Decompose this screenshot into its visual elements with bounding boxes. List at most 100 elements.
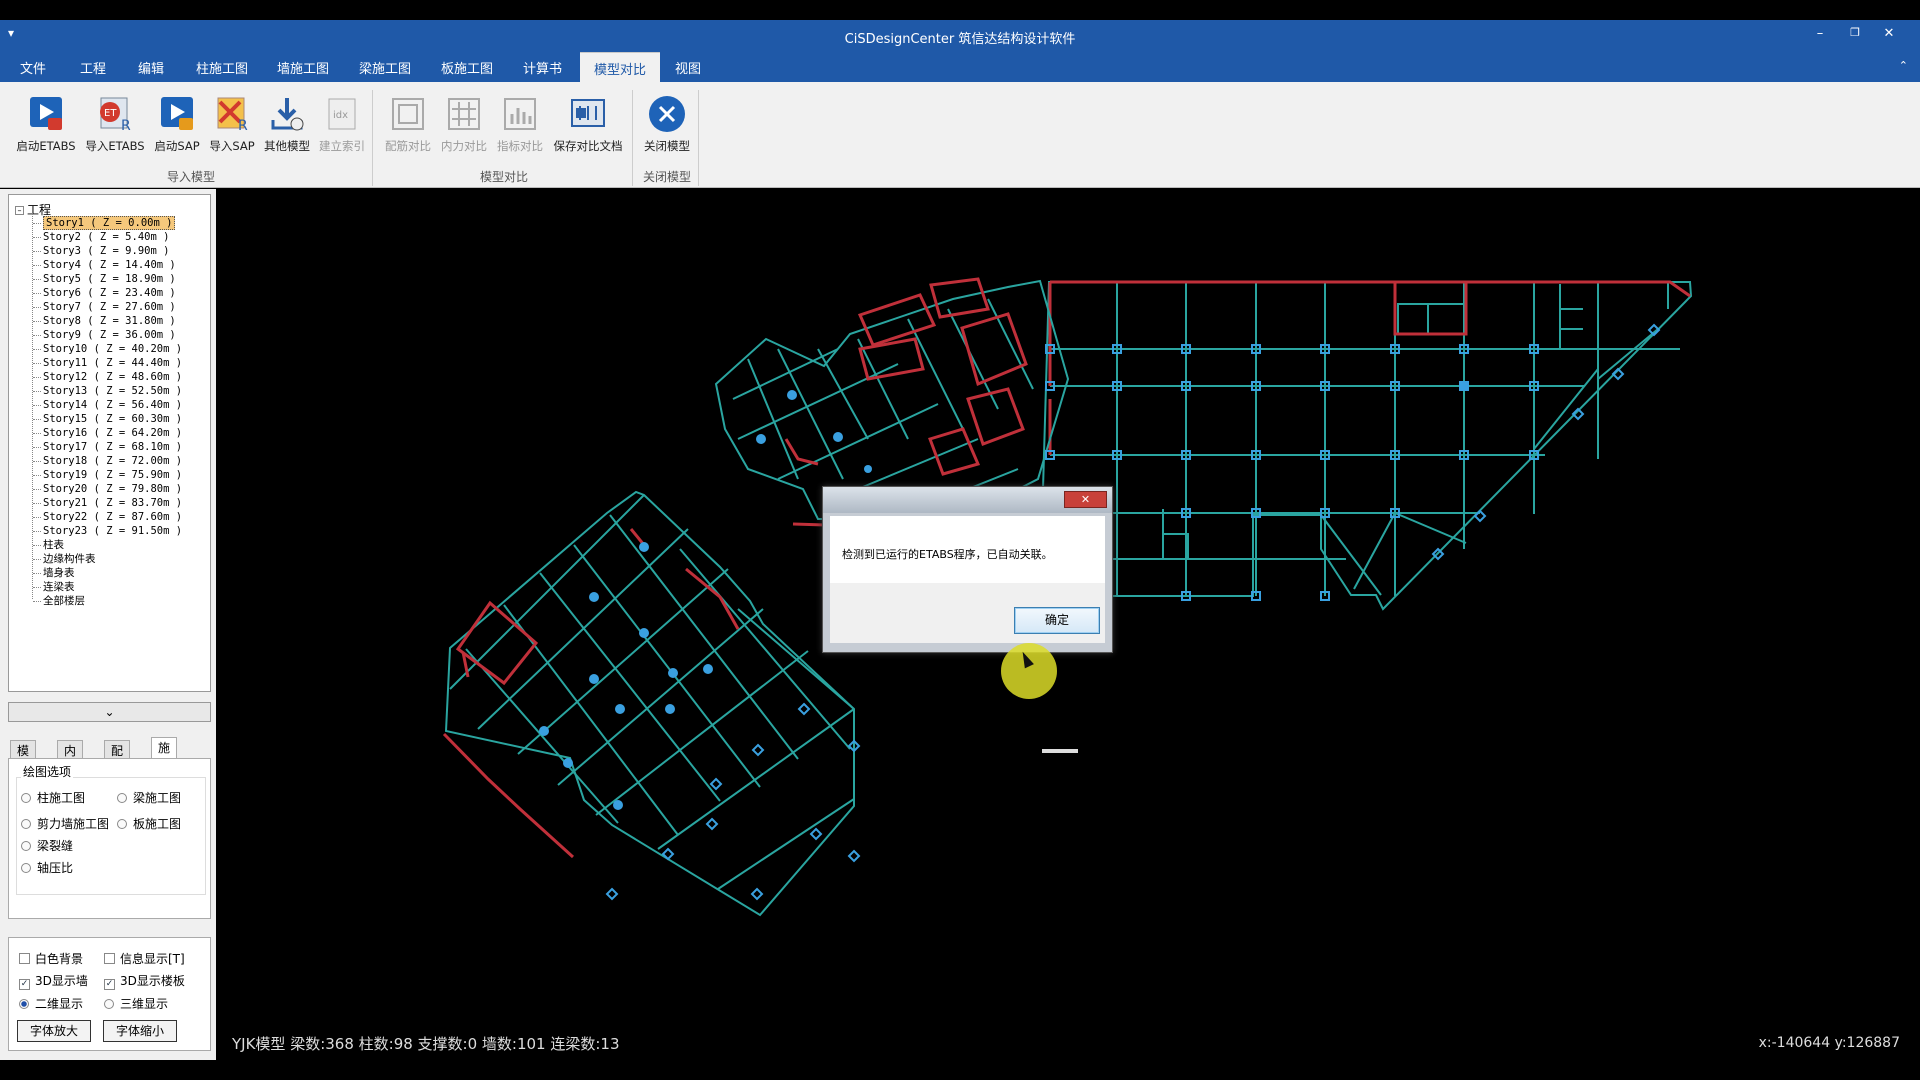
chevron-down-icon: ⌄ [104,705,115,719]
checkbox-white-background[interactable]: 白色背景 [19,950,83,967]
collapse-toggle-icon[interactable]: – [15,206,24,215]
menu-model-compare[interactable]: 模型对比 [580,52,661,82]
lower-left-building-beams [444,490,855,917]
import-other-icon [271,98,304,131]
svg-text:R: R [238,118,248,134]
restore-button[interactable]: ❐ [1843,26,1867,39]
menu-wall-drawing[interactable]: 墙施工图 [277,58,329,77]
menu-view[interactable]: 视图 [675,58,701,77]
index-compare-button[interactable]: 指标对比 [489,94,551,154]
panel-expander[interactable]: ⌄ [8,702,211,722]
checkbox-3d-wall[interactable]: ✓ 3D显示墙 [19,972,88,990]
tree-item-wall-table[interactable]: 墙身表 [32,566,182,580]
tree-item-story12[interactable]: Story12 ( Z = 48.60m ) [32,370,182,384]
dialog-ok-button[interactable]: 确定 [1014,607,1100,634]
tree-item-story11[interactable]: Story11 ( Z = 44.40m ) [32,356,182,370]
force-compare-label: 内力对比 [441,139,487,153]
import-sap-icon: R [217,97,248,134]
radio-column-drawing[interactable]: 柱施工图 [21,789,85,806]
cursor-coordinates: x:-140644 y:126887 [1758,1035,1900,1051]
tree-item-story5[interactable]: Story5 ( Z = 18.90m ) [32,272,182,286]
import-sap-button[interactable]: R 导入SAP [201,94,263,154]
checkmark-icon: ✓ [104,979,115,990]
import-etabs-icon: ET R [100,97,131,134]
tree-item-story23[interactable]: Story23 ( Z = 91.50m ) [32,524,182,538]
tab-template[interactable]: 模板 [10,740,37,775]
dialog-close-button[interactable]: ✕ [1064,491,1107,508]
tree-item-story1[interactable]: Story1 ( Z = 0.00m ) [32,216,182,230]
tree-item-story4[interactable]: Story4 ( Z = 14.40m ) [32,258,182,272]
launch-sap-button[interactable]: 启动SAP [146,94,208,154]
menu-edit[interactable]: 编辑 [138,58,164,77]
launch-etabs-button[interactable]: 启动ETABS [15,94,77,154]
checkbox-3d-slab[interactable]: ✓ 3D显示楼板 [104,972,185,990]
checkbox-info-display[interactable]: 信息显示[T] [104,950,185,967]
tree-item-story18[interactable]: Story18 ( Z = 72.00m ) [32,454,182,468]
tree-item-story19[interactable]: Story19 ( Z = 75.90m ) [32,468,182,482]
column-diamonds [605,323,1661,901]
ribbon-separator [372,90,373,186]
compare-group-label: 模型对比 [480,170,529,184]
font-enlarge-button[interactable]: 字体放大 [17,1020,91,1042]
tree-item-story15[interactable]: Story15 ( Z = 60.30m ) [32,412,182,426]
menu-calc-book[interactable]: 计算书 [523,58,562,77]
radio-icon [21,863,31,873]
tree-item-story8[interactable]: Story8 ( Z = 31.80m ) [32,314,182,328]
tree-item-coupling-beam-table[interactable]: 连梁表 [32,580,182,594]
radio-icon [117,793,127,803]
tree-item-story6[interactable]: Story6 ( Z = 23.40m ) [32,286,182,300]
build-index-label: 建立索引 [319,139,365,153]
other-model-button[interactable]: 其他模型 [256,94,318,154]
close-model-button[interactable]: 关闭模型 [636,94,698,154]
dialog-body: 检测到已运行的ETABS程序，已自动关联。 [830,516,1105,583]
tree-item-story13[interactable]: Story13 ( Z = 52.50m ) [32,384,182,398]
story-list: Story1 ( Z = 0.00m ) Story2 ( Z = 5.40m … [32,216,182,608]
tree-item-story10[interactable]: Story10 ( Z = 40.20m ) [32,342,182,356]
tab-internal-force[interactable]: 内力 [57,740,84,775]
force-compare-button[interactable]: 内力对比 [433,94,495,154]
radio-beam-crack[interactable]: 梁裂缝 [21,837,73,854]
story-tree[interactable]: – 工程 Story1 ( Z = 0.00m ) Story2 ( Z = 5.… [8,194,211,692]
display-options-panel: 白色背景 信息显示[T] ✓ 3D显示墙 ✓ 3D显示楼板 二维显示 三维显示 字体… [8,937,211,1051]
radio-shear-wall-drawing[interactable]: 剪力墙施工图 [21,815,109,832]
menu-beam-drawing[interactable]: 梁施工图 [359,58,411,77]
tab-construction-drawing[interactable]: 施工图 [151,737,178,789]
tree-item-story7[interactable]: Story7 ( Z = 27.60m ) [32,300,182,314]
rebar-compare-label: 配筋对比 [385,139,431,153]
tree-item-story14[interactable]: Story14 ( Z = 56.40m ) [32,398,182,412]
index-icon: idx [328,98,356,130]
save-compare-doc-button[interactable]: 保存对比文档 [548,94,628,154]
lower-left-building-walls [442,528,740,859]
menu-project[interactable]: 工程 [80,58,106,77]
tree-item-story17[interactable]: Story17 ( Z = 68.10m ) [32,440,182,454]
radio-slab-drawing[interactable]: 板施工图 [117,815,181,832]
font-shrink-button[interactable]: 字体缩小 [103,1020,177,1042]
tree-item-edge-member-table[interactable]: 边缘构件表 [32,552,182,566]
radio-2d-view[interactable]: 二维显示 [19,995,83,1012]
radio-beam-drawing[interactable]: 梁施工图 [117,789,181,806]
tree-item-story21[interactable]: Story21 ( Z = 83.70m ) [32,496,182,510]
minimize-button[interactable]: – [1808,26,1832,41]
import-etabs-button[interactable]: ET R 导入ETABS [84,94,146,154]
menu-file[interactable]: 文件 [20,58,46,77]
info-dialog: ✕ 检测到已运行的ETABS程序，已自动关联。 确定 [822,486,1113,653]
close-window-button[interactable]: ✕ [1877,26,1901,41]
drawing-options-panel: 绘图选项 柱施工图 梁施工图 剪力墙施工图 板施工图 梁裂缝 轴压比 [8,758,211,919]
collapse-ribbon-icon[interactable]: ⌃ [1899,59,1908,72]
radio-axial-ratio[interactable]: 轴压比 [21,859,73,876]
tree-item-story22[interactable]: Story22 ( Z = 87.60m ) [32,510,182,524]
tree-item-all-floors[interactable]: 全部楼层 [32,594,182,608]
rebar-compare-button[interactable]: 配筋对比 [377,94,439,154]
tree-item-story9[interactable]: Story9 ( Z = 36.00m ) [32,328,182,342]
build-index-button[interactable]: idx 建立索引 [311,94,373,154]
radio-3d-view[interactable]: 三维显示 [104,995,168,1012]
tab-reinforcement[interactable]: 配筋 [104,740,131,775]
tree-item-story3[interactable]: Story3 ( Z = 9.90m ) [32,244,182,258]
menu-slab-drawing[interactable]: 板施工图 [441,58,493,77]
tree-item-story16[interactable]: Story16 ( Z = 64.20m ) [32,426,182,440]
tree-item-story20[interactable]: Story20 ( Z = 79.80m ) [32,482,182,496]
tree-item-column-table[interactable]: 柱表 [32,538,182,552]
tree-item-story2[interactable]: Story2 ( Z = 5.40m ) [32,230,182,244]
checkbox-icon [19,953,30,964]
menu-column-drawing[interactable]: 柱施工图 [196,58,248,77]
